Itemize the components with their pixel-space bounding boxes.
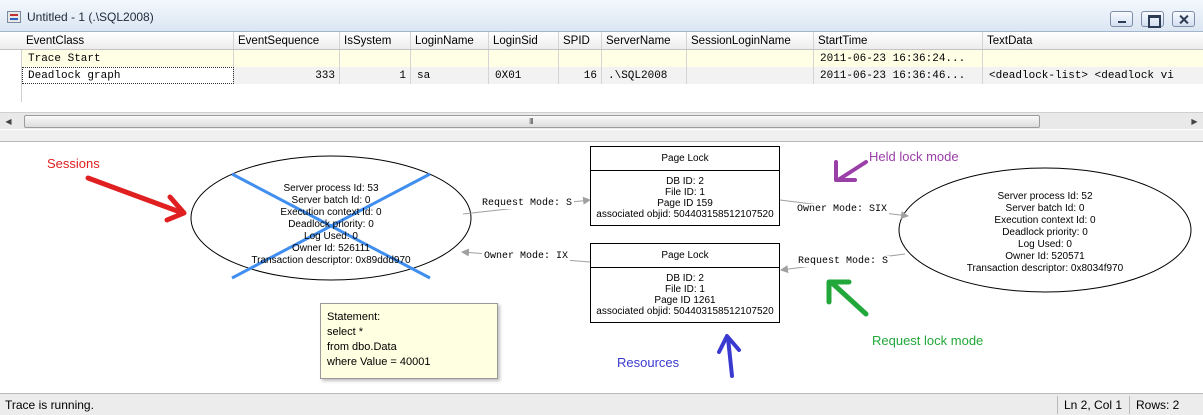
column-header-loginname[interactable]: LoginName: [411, 32, 489, 49]
cell-eventclass: Deadlock graph: [22, 67, 234, 84]
process-right-line: Server process Id: 52: [997, 191, 1093, 202]
resource-top-line: DB ID: 2: [666, 176, 704, 187]
edge-label-request-left: Request Mode: S: [480, 198, 575, 209]
maximize-button[interactable]: [1141, 11, 1164, 28]
process-left-line: Transaction descriptor: 0x89ddd970: [251, 255, 411, 266]
cell-sessionloginname: [687, 50, 814, 67]
cell-textdata: [983, 50, 1203, 67]
cell-loginsid: [489, 50, 559, 67]
scroll-right-icon[interactable]: ▶: [1186, 113, 1203, 130]
process-left-line: Log Used: 0: [304, 231, 358, 242]
held-lock-arrow-icon: [834, 160, 868, 182]
column-header-eventsequence[interactable]: EventSequence: [234, 32, 340, 49]
process-left-line: Execution context Id: 0: [280, 207, 382, 218]
edge-label-owner-right: Owner Mode: SIX: [795, 204, 890, 215]
table-row[interactable]: Trace Start 2011-06-23 16:36:24...: [0, 50, 1203, 67]
process-right-line: Owner Id: 520571: [1005, 251, 1085, 262]
annotation-request-lock-mode: Request lock mode: [872, 333, 984, 348]
edge-label-owner-left: Owner Mode: IX: [482, 251, 571, 262]
cell-sessionloginname: [687, 67, 814, 84]
deadlock-graph: Server process Id: 53 Server batch Id: 0…: [0, 142, 1203, 392]
cell-starttime: 2011-06-23 16:36:46...: [814, 67, 983, 84]
cell-loginname: sa: [411, 67, 489, 84]
cell-servername: [602, 50, 687, 67]
cell-issystem: 1: [340, 67, 411, 84]
statement-tooltip: Statement: select * from dbo.Data where …: [320, 303, 498, 379]
sessions-arrow-icon: [85, 175, 187, 223]
statement-line: select *: [327, 326, 364, 338]
scrollbar-thumb[interactable]: III: [24, 115, 1040, 128]
scrollbar-grip-icon: III: [529, 117, 534, 126]
process-right-line: Server batch Id: 0: [1005, 203, 1085, 214]
cell-textdata: <deadlock-list> <deadlock vi: [983, 67, 1203, 84]
horizontal-scrollbar[interactable]: ◀ III ▶: [0, 112, 1203, 129]
process-left-line: Server batch Id: 0: [291, 195, 371, 206]
column-header-eventclass[interactable]: EventClass: [22, 32, 234, 49]
process-right-line: Execution context Id: 0: [994, 215, 1096, 226]
cell-eventsequence: [234, 50, 340, 67]
resource-node-top[interactable]: Page Lock DB ID: 2 File ID: 1 Page ID 15…: [590, 146, 780, 226]
process-left-line: Deadlock priority: 0: [288, 219, 374, 230]
pane-splitter[interactable]: [0, 130, 1203, 142]
resource-top-details: DB ID: 2 File ID: 1 Page ID 159 associat…: [591, 171, 779, 220]
resource-bottom-details: DB ID: 2 File ID: 1 Page ID 1261 associa…: [591, 268, 779, 317]
column-header-sessionloginname[interactable]: SessionLoginName: [687, 32, 814, 49]
process-left-details: Server process Id: 53 Server batch Id: 0…: [241, 183, 421, 267]
resource-bottom-title: Page Lock: [591, 244, 779, 268]
status-position: Ln 2, Col 1: [1057, 396, 1129, 414]
window-title: Untitled - 1 (.\SQL2008): [27, 10, 154, 24]
grid-header: EventClass EventSequence IsSystem LoginN…: [0, 32, 1203, 50]
resource-top-line: Page ID 159: [657, 198, 713, 209]
cell-eventclass: Trace Start: [22, 50, 234, 67]
column-header-loginsid[interactable]: LoginSid: [489, 32, 559, 49]
process-left-line: Owner Id: 526111: [291, 243, 370, 254]
resource-bottom-line: associated objid: 504403158512107520: [596, 306, 774, 317]
column-header-spid[interactable]: SPID: [559, 32, 602, 49]
trace-grid: EventClass EventSequence IsSystem LoginN…: [0, 32, 1203, 112]
column-header-textdata[interactable]: TextData: [983, 32, 1203, 49]
annotation-held-lock-mode: Held lock mode: [869, 149, 959, 164]
minimize-button[interactable]: [1110, 11, 1133, 27]
scroll-left-icon[interactable]: ◀: [0, 113, 17, 130]
resource-top-title: Page Lock: [591, 147, 779, 171]
process-right-line: Transaction descriptor: 0x8034f970: [966, 263, 1124, 274]
cell-issystem: [340, 50, 411, 67]
resource-bottom-line: File ID: 1: [664, 284, 705, 295]
resources-arrow-icon: [717, 334, 741, 378]
app-icon: [7, 11, 21, 23]
cell-spid: 16: [559, 67, 602, 84]
title-bar: Untitled - 1 (.\SQL2008): [0, 0, 1203, 32]
cell-eventsequence: 333: [234, 67, 340, 84]
status-bar: Trace is running. Ln 2, Col 1 Rows: 2: [0, 393, 1203, 415]
status-row-count: Rows: 2: [1129, 396, 1203, 414]
statement-line: Statement:: [327, 311, 381, 323]
close-button[interactable]: [1172, 11, 1195, 27]
request-lock-arrow-icon: [826, 279, 869, 317]
status-text: Trace is running.: [5, 398, 94, 412]
process-left-line: Server process Id: 53: [283, 183, 379, 194]
resource-bottom-line: Page ID 1261: [654, 295, 716, 306]
cell-loginname: [411, 50, 489, 67]
process-right-line: Log Used: 0: [1018, 239, 1072, 250]
annotation-resources: Resources: [617, 355, 680, 370]
process-right-details: Server process Id: 52 Server batch Id: 0…: [945, 191, 1145, 275]
table-row-selected[interactable]: Deadlock graph 333 1 sa 0X01 16 .\SQL200…: [0, 67, 1203, 84]
cell-starttime: 2011-06-23 16:36:24...: [814, 50, 983, 67]
annotation-sessions: Sessions: [47, 156, 100, 171]
column-header-starttime[interactable]: StartTime: [814, 32, 983, 49]
resource-bottom-line: DB ID: 2: [666, 273, 704, 284]
statement-line: where Value = 40001: [327, 356, 431, 368]
cell-servername: .\SQL2008: [602, 67, 687, 84]
column-header-servername[interactable]: ServerName: [602, 32, 687, 49]
resource-top-line: File ID: 1: [664, 187, 705, 198]
statement-line: from dbo.Data: [327, 341, 397, 353]
resource-top-line: associated objid: 504403158512107520: [596, 209, 774, 220]
resource-node-bottom[interactable]: Page Lock DB ID: 2 File ID: 1 Page ID 12…: [590, 243, 780, 323]
cell-loginsid: 0X01: [489, 67, 559, 84]
cell-spid: [559, 50, 602, 67]
process-right-line: Deadlock priority: 0: [1002, 227, 1088, 238]
column-header-issystem[interactable]: IsSystem: [340, 32, 411, 49]
edge-label-request-right: Request Mode: S: [796, 256, 891, 267]
